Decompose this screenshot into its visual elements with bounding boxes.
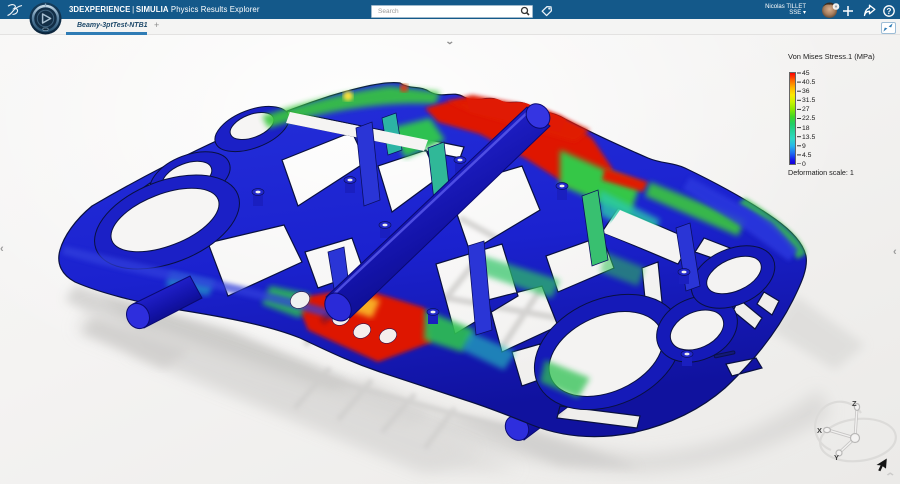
svg-text:?: ? (887, 7, 892, 16)
svg-text:Y: Y (834, 453, 839, 462)
svg-text:Z: Z (852, 399, 857, 408)
svg-text:X: X (817, 426, 822, 435)
